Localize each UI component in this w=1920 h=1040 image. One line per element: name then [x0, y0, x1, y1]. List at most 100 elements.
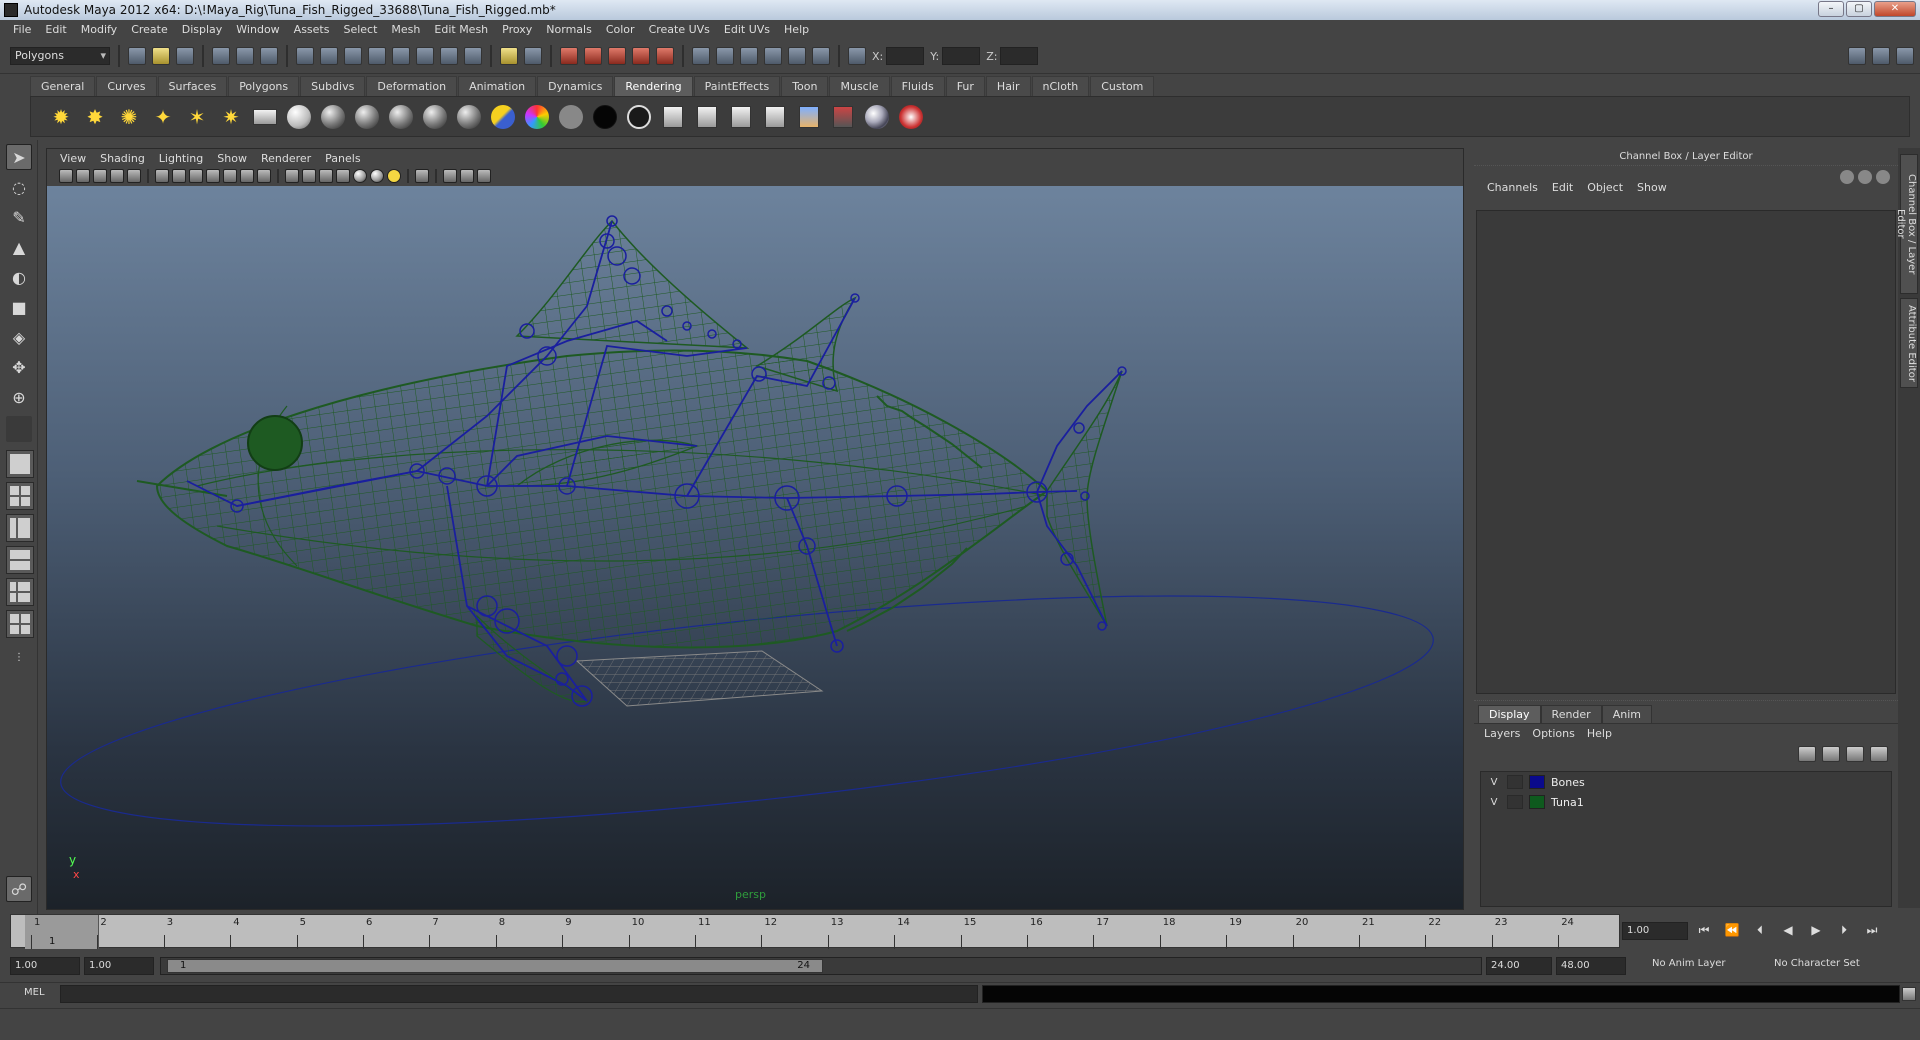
shadows-icon[interactable]	[387, 169, 401, 183]
render-current-frame-icon[interactable]	[659, 103, 687, 131]
anim-layer-dropdown[interactable]: No Anim Layer	[1652, 958, 1726, 969]
shelf-tab-painteffects[interactable]: PaintEffects	[693, 76, 781, 96]
go-to-end-icon[interactable]: ⏭	[1862, 920, 1882, 940]
ipr-render-icon[interactable]	[788, 47, 806, 65]
new-empty-layer-icon[interactable]	[1846, 746, 1864, 762]
playback-start-field[interactable]: 1.00	[84, 957, 154, 975]
show-channel-box-icon[interactable]	[1896, 47, 1914, 65]
area-light-icon[interactable]: ✶	[183, 103, 211, 131]
layer-display-type[interactable]	[1507, 775, 1523, 789]
paint-brush-icon[interactable]	[897, 103, 925, 131]
menu-create[interactable]: Create	[124, 23, 175, 36]
wireframe-on-shaded-icon[interactable]	[319, 169, 333, 183]
transform-mode-icon[interactable]	[848, 47, 866, 65]
menu-mesh[interactable]: Mesh	[384, 23, 427, 36]
close-button[interactable]: ✕	[1874, 1, 1916, 17]
make-live-icon[interactable]	[656, 47, 674, 65]
persp-graph-layout-icon[interactable]	[6, 546, 34, 574]
phong-e-material-icon[interactable]	[489, 103, 517, 131]
playback-end-field[interactable]: 24.00	[1486, 957, 1552, 975]
use-all-lights-icon[interactable]	[370, 169, 384, 183]
use-default-lighting-icon[interactable]	[353, 169, 367, 183]
maximize-button[interactable]: ▢	[1846, 1, 1872, 17]
shelf-tab-deformation[interactable]: Deformation	[366, 76, 458, 96]
minimize-button[interactable]: –	[1818, 1, 1844, 17]
render-layer-icon[interactable]	[829, 103, 857, 131]
menu-help[interactable]: Help	[777, 23, 816, 36]
menu-set-select[interactable]: Polygons	[10, 47, 110, 65]
hypershade-layout-icon[interactable]	[6, 578, 34, 606]
step-back-key-icon[interactable]: ⏴	[1750, 920, 1770, 940]
open-scene-icon[interactable]	[152, 47, 170, 65]
select-tool-icon[interactable]: ➤	[6, 144, 32, 170]
shelf-tab-fur[interactable]: Fur	[945, 76, 985, 96]
highlight-selection-icon[interactable]	[524, 47, 542, 65]
volume-light-icon[interactable]: ✷	[217, 103, 245, 131]
single-view-layout-icon[interactable]	[6, 450, 34, 478]
start-time-field[interactable]: 1.00	[10, 957, 80, 975]
last-tool-icon[interactable]: ⊕	[6, 384, 32, 410]
layer-tab-render[interactable]: Render	[1540, 705, 1602, 723]
shelf-tab-animation[interactable]: Animation	[458, 76, 537, 96]
render-settings-icon[interactable]	[812, 47, 830, 65]
select-component-icon[interactable]	[260, 47, 278, 65]
shelf-tab-muscle[interactable]: Muscle	[829, 76, 890, 96]
layer-display-type[interactable]	[1507, 795, 1523, 809]
select-by-dynamics-icon[interactable]	[416, 47, 434, 65]
isolate-select-icon[interactable]	[415, 169, 429, 183]
snap-to-point-icon[interactable]	[608, 47, 626, 65]
move-tool-icon[interactable]: ▲	[6, 234, 32, 260]
chrome-ball-icon[interactable]	[863, 103, 891, 131]
shelf-tab-hair[interactable]: Hair	[985, 76, 1031, 96]
cb-menu-edit[interactable]: Edit	[1545, 181, 1580, 194]
menu-proxy[interactable]: Proxy	[495, 23, 539, 36]
tab-attribute-editor[interactable]: Attribute Editor	[1900, 298, 1918, 388]
play-backwards-icon[interactable]: ◀	[1778, 920, 1798, 940]
shading-map-icon[interactable]	[557, 103, 585, 131]
grid-icon[interactable]	[155, 169, 169, 183]
select-by-curve-icon[interactable]	[344, 47, 362, 65]
z-field[interactable]	[1000, 47, 1039, 65]
menu-assets[interactable]: Assets	[287, 23, 337, 36]
spot-light-icon[interactable]: ✦	[149, 103, 177, 131]
select-object-icon[interactable]	[236, 47, 254, 65]
xray-icon[interactable]	[443, 169, 457, 183]
select-by-deformation-icon[interactable]	[392, 47, 410, 65]
safe-title-icon[interactable]	[257, 169, 271, 183]
render-view-icon[interactable]	[740, 47, 758, 65]
range-slider-handle[interactable]: 1 24	[167, 959, 823, 973]
play-forwards-icon[interactable]: ▶	[1806, 920, 1826, 940]
channel-box-body[interactable]	[1476, 210, 1896, 694]
select-by-handle-icon[interactable]	[296, 47, 314, 65]
shelf-tab-custom[interactable]: Custom	[1090, 76, 1155, 96]
channel-box-icon-2[interactable]	[1858, 170, 1872, 184]
layered-shader-icon[interactable]	[387, 103, 415, 131]
cb-menu-show[interactable]: Show	[1630, 181, 1674, 194]
menu-normals[interactable]: Normals	[539, 23, 599, 36]
menu-create-uvs[interactable]: Create UVs	[642, 23, 717, 36]
command-language-label[interactable]: MEL	[24, 987, 45, 998]
use-background-icon[interactable]	[625, 103, 653, 131]
bookmarks-icon[interactable]	[93, 169, 107, 183]
channel-box-icon-1[interactable]	[1840, 170, 1854, 184]
ocean-shader-icon[interactable]	[421, 103, 449, 131]
ramp-shader-icon[interactable]	[523, 103, 551, 131]
paint-select-tool-icon[interactable]: ✎	[6, 204, 32, 230]
layer-color-swatch[interactable]	[1529, 795, 1545, 809]
viewport-menu-show[interactable]: Show	[210, 152, 254, 165]
show-attribute-editor-icon[interactable]	[1848, 47, 1866, 65]
outliner-persp-layout-icon[interactable]	[6, 514, 34, 542]
render-settings-shelf-icon[interactable]	[727, 103, 755, 131]
step-back-frame-icon[interactable]: ⏪	[1722, 920, 1742, 940]
xray-active-components-icon[interactable]	[477, 169, 491, 183]
layer-color-swatch[interactable]	[1529, 775, 1545, 789]
current-time-field[interactable]: 1.00	[1622, 922, 1688, 940]
menu-modify[interactable]: Modify	[74, 23, 124, 36]
menu-select[interactable]: Select	[336, 23, 384, 36]
smooth-shade-icon[interactable]	[302, 169, 316, 183]
show-tool-settings-icon[interactable]	[1872, 47, 1890, 65]
cb-menu-channels[interactable]: Channels	[1480, 181, 1545, 194]
x-field[interactable]	[886, 47, 925, 65]
time-slider[interactable]: 1 1 2 3 4 5 6 7 8 9 10 11 12 13 14 15 16 17 18 19 20 21 22 23 2…	[10, 914, 1620, 949]
xray-joints-icon[interactable]	[460, 169, 474, 183]
